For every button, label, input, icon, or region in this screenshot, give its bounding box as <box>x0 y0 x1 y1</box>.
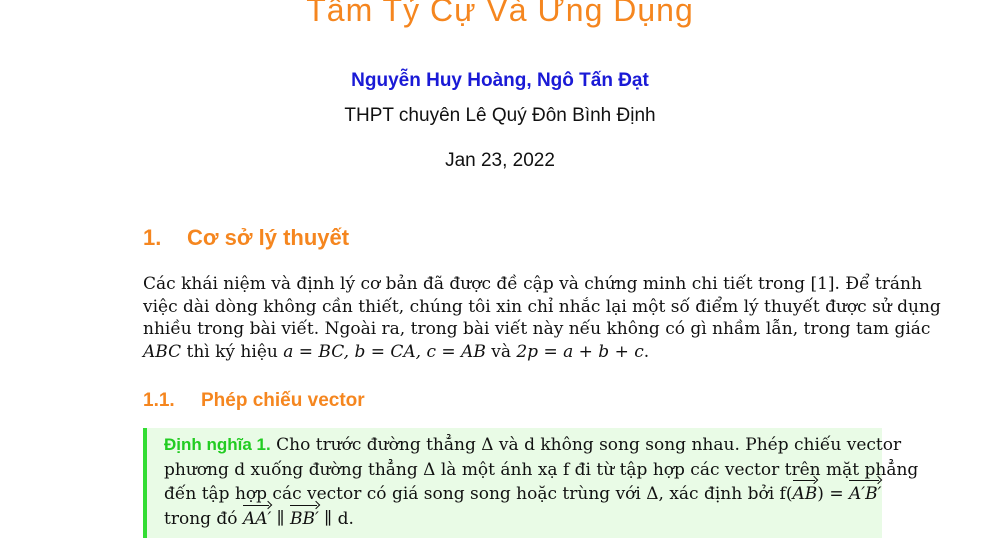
definition-line: phương d xuống đường thẳng Δ là một ánh … <box>164 459 919 480</box>
paragraph-line: Các khái niệm và định lý cơ bản đã được … <box>143 274 922 294</box>
paragraph-text: thì ký hiệu <box>181 341 284 362</box>
definition-label: Định nghĩa 1. <box>164 435 271 454</box>
document-date: Jan 23, 2022 <box>445 150 555 171</box>
perimeter-formula: 2p = a + b + c <box>516 341 644 362</box>
definition-line: Định nghĩa 1. Cho trước đường thẳng Δ và… <box>164 433 901 458</box>
vector-ab: AB <box>792 480 817 507</box>
paragraph-text: và <box>485 341 517 362</box>
section-paragraph: Các khái niệm và định lý cơ bản đã được … <box>143 273 941 364</box>
vector-bb-prime: BB′ <box>290 504 319 532</box>
document-title: Tâm Tỷ Cự Và Ứng Dụng <box>306 0 694 28</box>
definition-text: trong đó <box>164 508 243 529</box>
definition-text: ) = <box>817 484 849 504</box>
definition-text: ∥ d. <box>318 508 354 529</box>
section-number: 1. <box>143 225 162 250</box>
paragraph-line: nhiều trong bài viết. Ngoài ra, trong bà… <box>143 319 931 339</box>
definition-text: ∥ <box>271 508 291 529</box>
section-heading: 1. Cơ sở lý thuyết <box>143 224 349 252</box>
subsection-heading: 1.1. Phép chiếu vector <box>143 389 365 413</box>
subsection-title: Phép chiếu vector <box>201 390 365 411</box>
vector-aa-prime: AA′ <box>242 504 271 532</box>
vector-a-prime-b-prime: A′B′ <box>848 480 881 507</box>
triangle-symbol: ABC <box>143 341 182 362</box>
author-names: Nguyễn Huy Hoàng, Ngô Tấn Đạt <box>351 70 649 91</box>
paragraph-line: ABC thì ký hiệu a = BC, b = CA, c = AB v… <box>143 341 883 364</box>
definition-text: Cho trước đường thẳng Δ và d không song … <box>270 435 902 455</box>
paragraph-text: . <box>643 341 650 362</box>
definition-text: đến tập hợp các vector có giá song song … <box>164 484 793 504</box>
side-notation-formula: a = BC, b = CA, c = AB <box>283 341 486 362</box>
definition-line: trong đó AA′ ∥ BB′ ∥ d. <box>164 504 866 532</box>
section-title: Cơ sở lý thuyết <box>187 225 350 250</box>
paragraph-line: việc dài dòng không cần thiết, chúng tôi… <box>143 296 941 317</box>
subsection-number: 1.1. <box>143 390 175 411</box>
school-name: THPT chuyên Lê Quý Đôn Bình Định <box>344 105 656 126</box>
